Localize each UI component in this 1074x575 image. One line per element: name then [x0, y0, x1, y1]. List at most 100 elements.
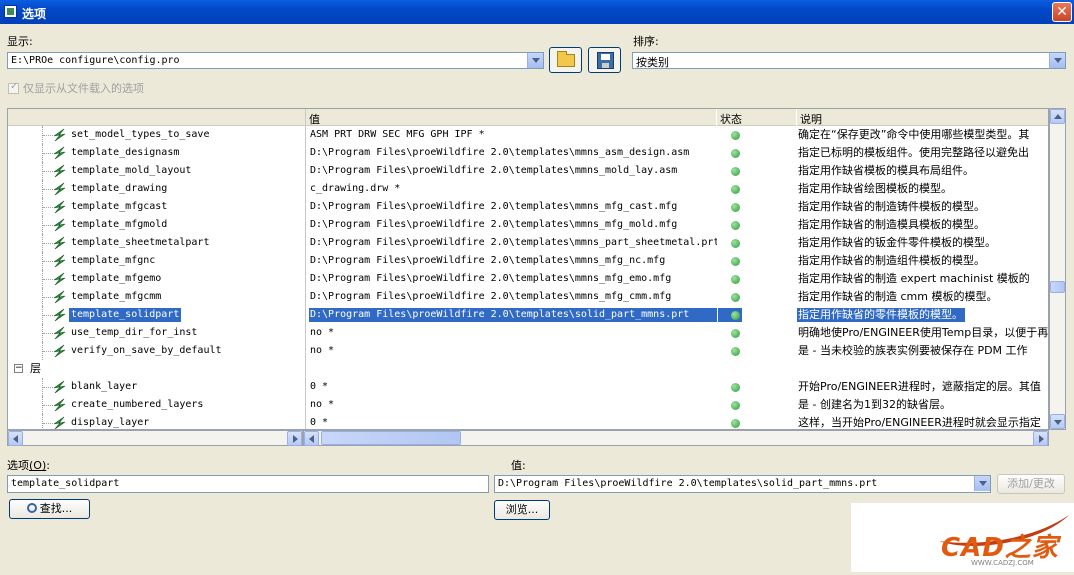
option-row[interactable]: template_mfgmold D:\Program Files\proeWil…	[8, 216, 1048, 234]
category-label: 层	[30, 362, 41, 375]
option-value[interactable]: D:\Program Files\proeWildfire 2.0\templa…	[309, 288, 717, 306]
option-name[interactable]: template_sheetmetalpart	[69, 236, 211, 250]
option-value[interactable]: D:\Program Files\proeWildfire 2.0\templa…	[309, 308, 717, 322]
option-description: 指定用作缺省的制造组件模板的模型。	[798, 254, 985, 267]
status-cell	[718, 270, 796, 288]
option-row[interactable]: use_temp_dir_for_inst no * 明确地使Pro/ENGINEE…	[8, 324, 1048, 342]
config-option-icon	[53, 236, 66, 250]
category-row[interactable]: − 层	[8, 360, 1048, 378]
chevron-down-icon[interactable]	[1049, 53, 1065, 68]
option-value[interactable]: 0 *	[309, 414, 717, 429]
option-row[interactable]: template_mfgcast D:\Program Files\proeWil…	[8, 198, 1048, 216]
sort-combo[interactable]: 按类别	[632, 52, 1066, 69]
tree-connector	[43, 261, 53, 262]
option-row[interactable]: template_mfgcmm D:\Program Files\proeWild…	[8, 288, 1048, 306]
option-row[interactable]: blank_layer 0 * 开始Pro/ENGINEER进程时，遮蔽指定的层。其…	[8, 378, 1048, 396]
config-file-combo[interactable]: E:\PROe configure\config.pro	[7, 52, 544, 69]
option-name[interactable]: template_mfgcmm	[69, 290, 163, 304]
option-name[interactable]: verify_on_save_by_default	[69, 344, 224, 358]
option-value[interactable]: D:\Program Files\proeWildfire 2.0\templa…	[309, 144, 717, 162]
tree-connector	[43, 405, 53, 406]
only-from-file-label: 仅显示从文件载入的选项	[23, 82, 144, 95]
option-value[interactable]: no *	[309, 342, 717, 360]
option-row[interactable]: template_drawing c_drawing.drw * 指定用作缺省绘图模…	[8, 180, 1048, 198]
tree-connector	[43, 315, 53, 316]
scroll-down-button[interactable]	[1050, 414, 1065, 429]
option-value[interactable]: D:\Program Files\proeWildfire 2.0\templa…	[309, 270, 717, 288]
scroll-right-button[interactable]	[1033, 431, 1048, 446]
option-row[interactable]: template_mfgnc D:\Program Files\proeWildf…	[8, 252, 1048, 270]
find-button[interactable]: 查找...	[9, 499, 90, 519]
values-horizontal-scrollbar[interactable]	[303, 430, 1049, 446]
option-row[interactable]: template_designasm D:\Program Files\proeW…	[8, 144, 1048, 162]
chevron-down-icon[interactable]	[527, 53, 543, 68]
column-header-status[interactable]: 状态	[717, 109, 796, 126]
browse-button[interactable]: 浏览...	[494, 500, 550, 520]
option-value[interactable]: D:\Program Files\proeWildfire 2.0\templa…	[309, 162, 717, 180]
scroll-left-button[interactable]	[304, 431, 319, 446]
option-row[interactable]: verify_on_save_by_default no * 是 - 当未校验的族表…	[8, 342, 1048, 360]
option-value[interactable]: 0 *	[309, 378, 717, 396]
only-from-file-option[interactable]: 仅显示从文件载入的选项	[8, 80, 144, 96]
status-cell	[718, 342, 796, 360]
option-name-input[interactable]: template_solidpart	[7, 475, 489, 493]
option-row[interactable]: template_sheetmetalpart D:\Program Files\…	[8, 234, 1048, 252]
column-header-description[interactable]: 说明	[797, 109, 1048, 126]
option-description: 指定用作缺省的制造 cmm 模板的模型。	[798, 290, 998, 303]
save-file-button[interactable]	[588, 47, 621, 73]
option-value[interactable]: no *	[309, 324, 717, 342]
option-name[interactable]: create_numbered_layers	[69, 398, 205, 412]
sort-label: 排序:	[633, 35, 659, 48]
watermark-url: WWW.CADZJ.COM	[971, 559, 1034, 567]
status-cell	[718, 306, 796, 324]
option-value-combo[interactable]: D:\Program Files\proeWildfire 2.0\templa…	[494, 475, 991, 493]
scroll-left-button[interactable]	[8, 431, 23, 446]
option-name[interactable]: template_mfgcast	[69, 200, 169, 214]
option-name[interactable]: display_layer	[69, 416, 151, 429]
option-name[interactable]: template_mfgnc	[69, 254, 157, 268]
option-row[interactable]: template_mfgemo D:\Program Files\proeWild…	[8, 270, 1048, 288]
only-from-file-checkbox[interactable]	[8, 81, 19, 94]
status-cell	[718, 144, 796, 162]
option-name[interactable]: template_solidpart	[69, 308, 182, 322]
option-name[interactable]: template_drawing	[69, 182, 169, 196]
add-change-button[interactable]: 添加/更改	[997, 474, 1065, 494]
option-name[interactable]: template_designasm	[69, 146, 181, 160]
option-name[interactable]: template_mfgmold	[69, 218, 169, 232]
option-name[interactable]: template_mold_layout	[69, 164, 193, 178]
chevron-down-icon[interactable]	[974, 476, 990, 491]
option-value[interactable]: no *	[309, 396, 717, 414]
column-header-name[interactable]	[8, 109, 305, 126]
option-value[interactable]: D:\Program Files\proeWildfire 2.0\templa…	[309, 198, 717, 216]
option-name[interactable]: use_temp_dir_for_inst	[69, 326, 199, 340]
option-row[interactable]: create_numbered_layers no * 是 - 创建名为1到32的缺…	[8, 396, 1048, 414]
scroll-up-button[interactable]	[1050, 109, 1065, 124]
column-header-value[interactable]: 值	[306, 109, 716, 126]
vertical-scroll-thumb[interactable]	[1050, 281, 1065, 293]
option-row[interactable]: template_mold_layout D:\Program Files\pro…	[8, 162, 1048, 180]
option-value[interactable]: ASM PRT DRW SEC MFG GPH IPF *	[309, 126, 717, 144]
tree-connector	[43, 387, 53, 388]
collapse-icon[interactable]: −	[14, 364, 23, 373]
horizontal-scroll-thumb[interactable]	[321, 431, 461, 445]
open-file-button[interactable]	[549, 47, 582, 73]
option-row[interactable]: display_layer 0 * 这样，当开始Pro/ENGINEER进程时就会显…	[8, 414, 1048, 429]
option-row[interactable]: set_model_types_to_save ASM PRT DRW SEC M…	[8, 126, 1048, 144]
config-option-icon	[53, 272, 66, 286]
status-ok-icon	[731, 293, 740, 302]
option-value[interactable]: D:\Program Files\proeWildfire 2.0\templa…	[309, 252, 717, 270]
tree-horizontal-scrollbar[interactable]	[7, 430, 303, 446]
config-option-icon	[53, 218, 66, 232]
option-name[interactable]: set_model_types_to_save	[69, 128, 211, 142]
option-value[interactable]: D:\Program Files\proeWildfire 2.0\templa…	[309, 216, 717, 234]
close-button[interactable]: ✕	[1052, 2, 1072, 22]
option-name[interactable]: template_mfgemo	[69, 272, 163, 286]
options-table[interactable]: 值 状态 说明 set_model_types_to_save ASM PRT D…	[7, 108, 1049, 430]
option-name[interactable]: blank_layer	[69, 380, 139, 394]
option-row[interactable]: template_solidpart D:\Program Files\proeW…	[8, 306, 1048, 324]
status-ok-icon	[731, 275, 740, 284]
option-value[interactable]: D:\Program Files\proeWildfire 2.0\templa…	[309, 234, 717, 252]
scroll-right-button[interactable]	[287, 431, 302, 446]
option-value[interactable]: c_drawing.drw *	[309, 180, 717, 198]
vertical-scrollbar[interactable]	[1049, 108, 1066, 430]
